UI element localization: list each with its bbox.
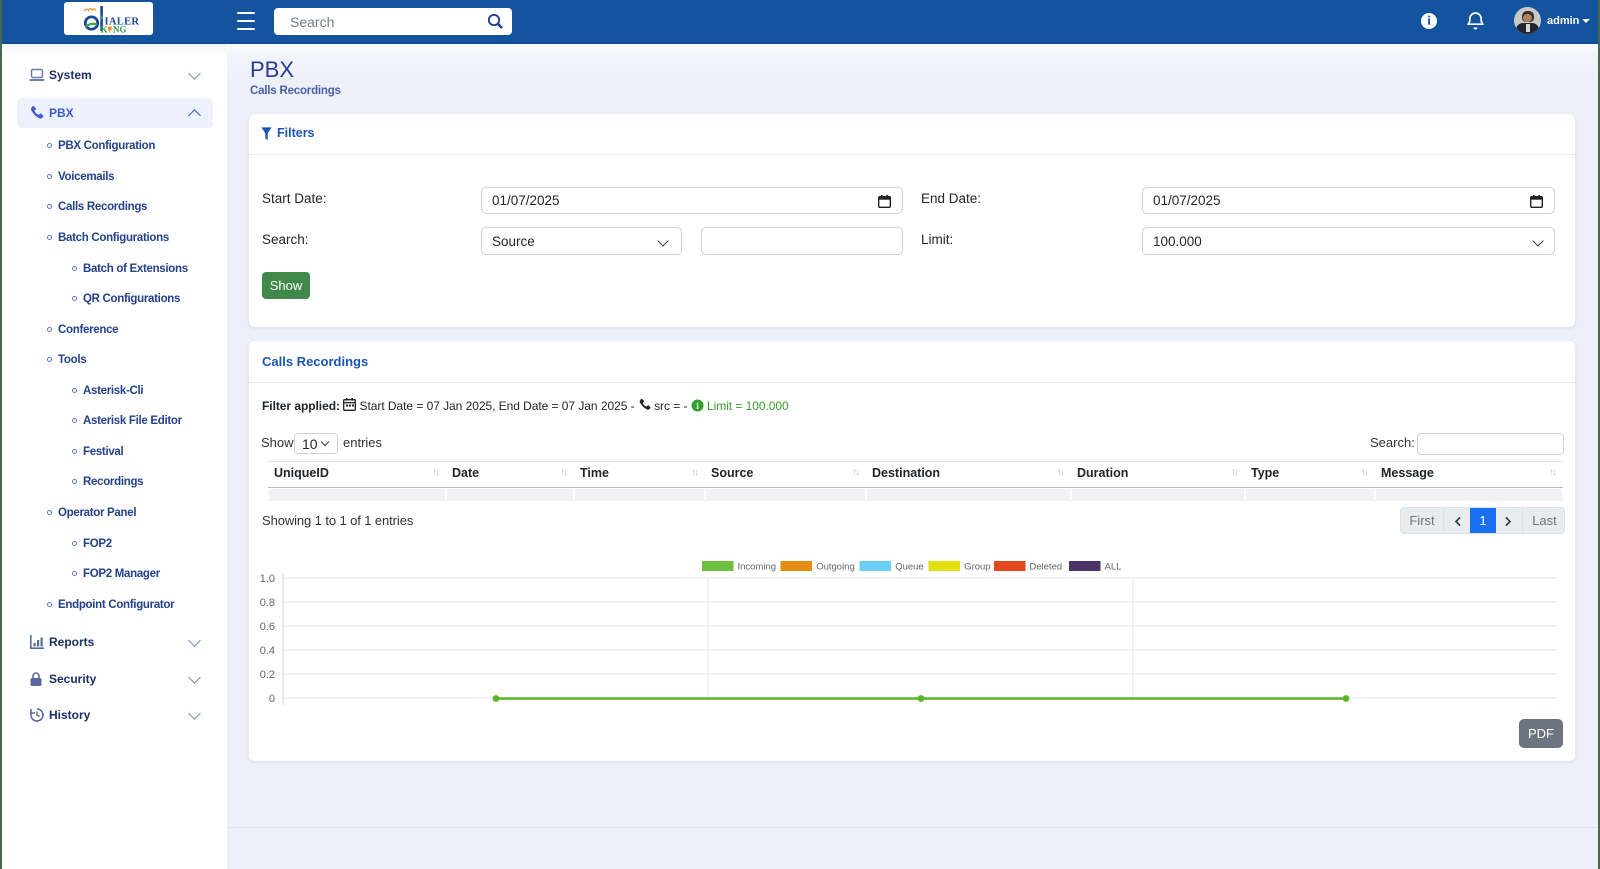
svg-text:0.6: 0.6 <box>260 621 275 633</box>
svg-text:Queue: Queue <box>895 562 924 573</box>
svg-text:0.2: 0.2 <box>260 669 275 681</box>
svg-text:0: 0 <box>269 693 275 705</box>
svg-text:Incoming: Incoming <box>738 562 777 573</box>
svg-text:0.4: 0.4 <box>260 645 275 657</box>
svg-text:Group: Group <box>964 562 990 573</box>
svg-text:ALL: ALL <box>1105 562 1122 573</box>
svg-text:1.0: 1.0 <box>260 573 275 585</box>
svg-text:0.8: 0.8 <box>260 597 275 609</box>
svg-text:Deleted: Deleted <box>1029 562 1062 573</box>
svg-text:Outgoing: Outgoing <box>816 562 855 573</box>
